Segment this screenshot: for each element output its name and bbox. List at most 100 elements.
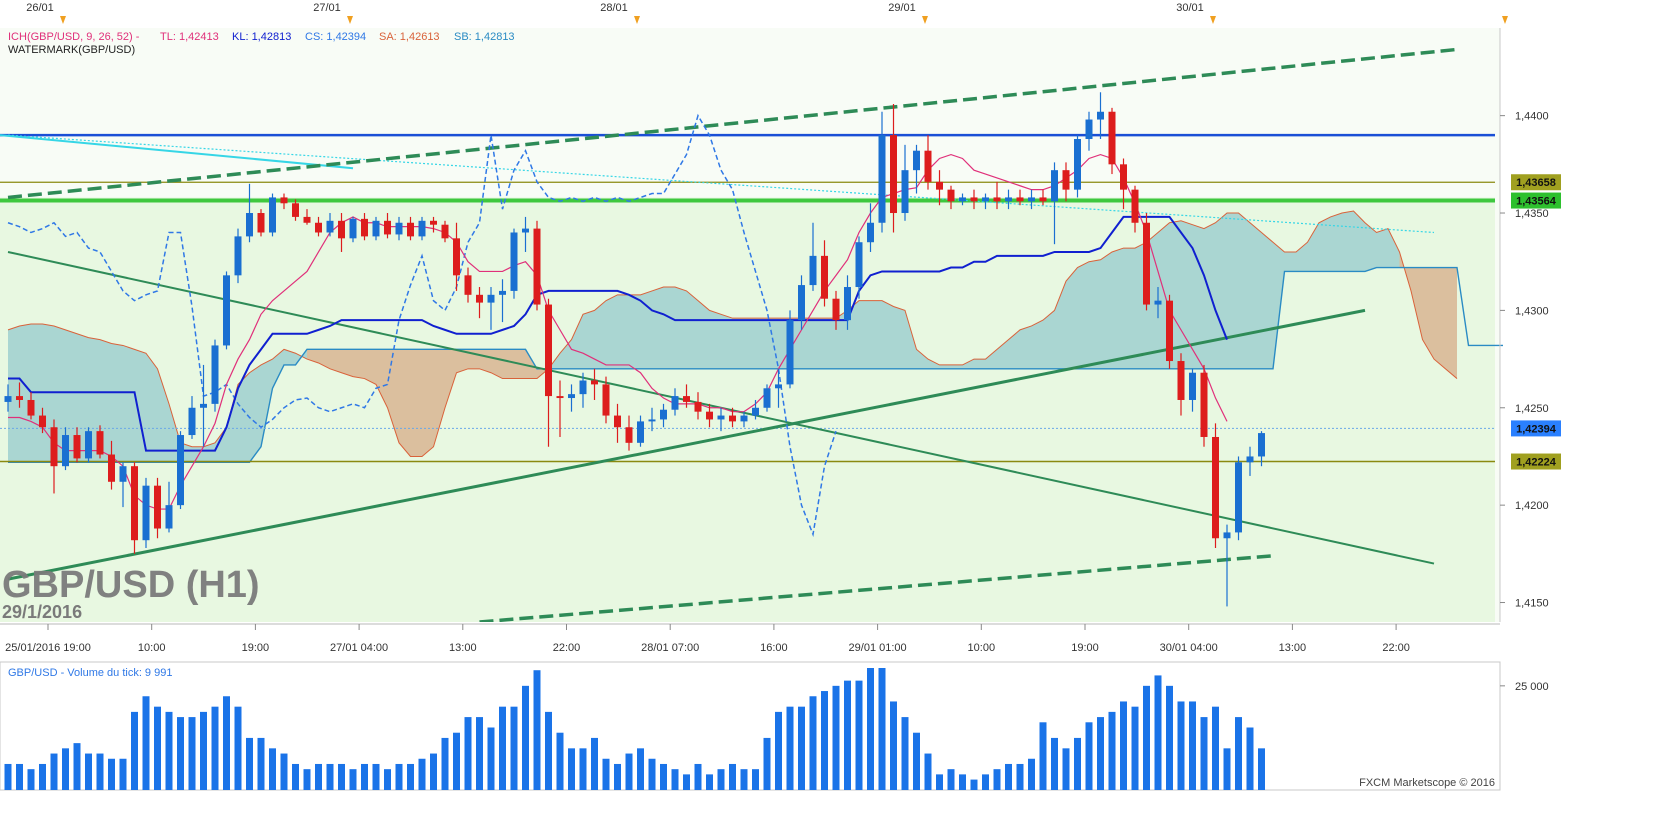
volume-bar — [602, 758, 610, 790]
candle-body — [372, 220, 380, 237]
volume-bar — [50, 753, 58, 790]
volume-bar — [832, 685, 840, 790]
time-tick-label: 22:00 — [1382, 642, 1410, 654]
volume-bar — [648, 758, 656, 790]
volume-bar — [798, 706, 805, 790]
candle-body — [832, 298, 840, 321]
top-date-bar — [0, 0, 1520, 28]
volume-bar — [568, 748, 575, 790]
candle-body — [27, 399, 35, 416]
volume-bar — [1074, 737, 1081, 790]
volume-bar — [510, 706, 518, 790]
volume-bar — [269, 748, 276, 790]
cloud-segment — [893, 306, 905, 369]
candle-body — [855, 242, 863, 288]
cloud-segment — [1031, 320, 1043, 369]
candle-body — [924, 150, 932, 182]
candle-body — [1051, 170, 1058, 202]
cloud-segment — [1434, 267, 1446, 369]
volume-bar — [418, 758, 426, 790]
candle-body — [269, 197, 276, 233]
cloud-segment — [19, 324, 31, 463]
candle-body — [338, 220, 345, 239]
volume-bar — [280, 753, 288, 790]
time-tick-label: 10:00 — [138, 642, 166, 654]
candle-body — [292, 203, 299, 217]
volume-bar — [73, 743, 81, 790]
volume-bar — [4, 763, 12, 790]
volume-bar — [453, 732, 460, 790]
candle-body — [1085, 119, 1093, 140]
cloud-segment — [1445, 267, 1457, 379]
candle-body — [1120, 164, 1127, 190]
volume-bar — [924, 753, 932, 790]
volume-bar — [1223, 748, 1231, 790]
cloud-segment — [974, 359, 986, 369]
tl-label: TL: 1,42413 — [160, 31, 219, 43]
volume-bar — [913, 732, 920, 790]
price-badge-label: 1,43564 — [1516, 196, 1557, 208]
cloud-segment — [399, 349, 411, 457]
top-date-label: 27/01 — [313, 2, 341, 14]
candle-body — [85, 431, 92, 459]
volume-bar — [683, 774, 690, 790]
candle-body — [165, 505, 173, 529]
candle-body — [131, 466, 138, 541]
candle-body — [39, 415, 46, 428]
volume-bar — [763, 737, 771, 790]
volume-bar — [970, 779, 978, 790]
candle-body — [614, 415, 621, 428]
candle-body — [476, 294, 483, 303]
candle-body — [821, 255, 828, 299]
cloud-segment — [1020, 325, 1032, 369]
volume-bar — [1143, 685, 1150, 790]
volume-bar — [878, 668, 886, 790]
candle-body — [395, 222, 403, 235]
time-tick-label: 22:00 — [553, 642, 581, 654]
cloud-segment — [583, 310, 595, 369]
cloud-segment — [1100, 251, 1112, 369]
time-tick-label: 30/01 04:00 — [1160, 642, 1218, 654]
cloud-segment — [606, 294, 618, 369]
price-tick-label: 1,4350 — [1515, 208, 1549, 220]
symbol-watermark: GBP/USD (H1) — [2, 564, 260, 606]
candle-body — [1108, 111, 1116, 165]
candle-body — [625, 427, 633, 443]
candle-body — [890, 135, 897, 214]
candle-body — [752, 407, 759, 416]
volume-bar — [775, 711, 782, 790]
sb-label: SB: 1,42813 — [454, 31, 515, 43]
candle-body — [1016, 197, 1024, 202]
candle-body — [1189, 372, 1196, 400]
volume-tick-label: 25 000 — [1515, 681, 1549, 693]
cloud-segment — [1261, 232, 1273, 369]
volume-bar — [694, 763, 702, 790]
cloud-segment — [629, 294, 641, 369]
candle-body — [648, 419, 656, 422]
time-tick-label: 19:00 — [1071, 642, 1099, 654]
volume-bar — [85, 753, 92, 790]
candle-body — [1212, 436, 1219, 539]
volume-bar — [1258, 748, 1265, 790]
candle-body — [1166, 300, 1173, 362]
candle-body — [591, 380, 598, 385]
price-tick-label: 1,4400 — [1515, 111, 1549, 123]
candle-body — [993, 197, 1001, 202]
volume-bar — [27, 769, 35, 790]
volume-label: GBP/USD - Volume du tick: 9 991 — [8, 667, 172, 679]
volume-bar — [246, 737, 253, 790]
candle-body — [108, 454, 115, 482]
candle-body — [694, 401, 702, 412]
cloud-segment — [8, 325, 20, 463]
volume-bar — [1177, 701, 1185, 790]
candle-body — [579, 380, 587, 395]
cloud-segment — [767, 318, 779, 369]
candle-body — [234, 236, 242, 276]
candle-body — [96, 431, 104, 455]
volume-bar — [533, 670, 541, 790]
candle-body — [878, 135, 886, 223]
volume-bar — [1166, 685, 1173, 790]
volume-bar — [671, 769, 679, 790]
cloud-segment — [813, 318, 825, 369]
candle-body — [867, 222, 874, 243]
